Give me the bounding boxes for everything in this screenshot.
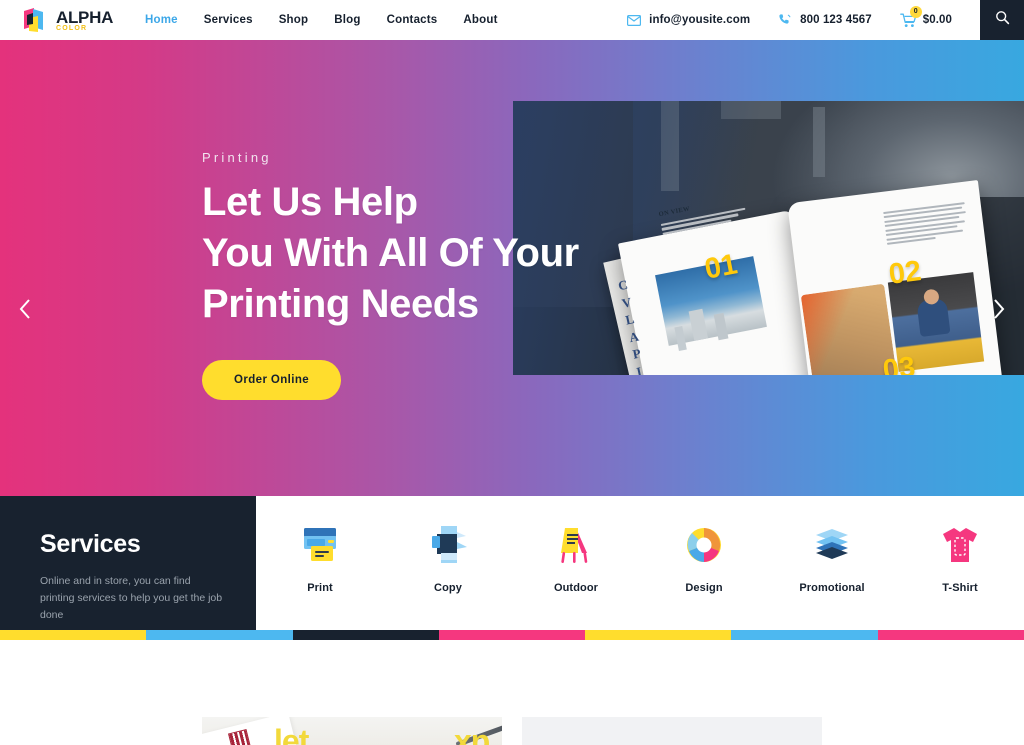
search-button[interactable] [980, 0, 1024, 40]
copier-icon [427, 522, 469, 568]
color-wheel-icon [684, 522, 724, 568]
top-bar-contact-group: info@yousite.com 800 123 4567 0 $0.00 [627, 0, 1024, 40]
magazine-callout-02: 02 [887, 255, 924, 291]
nav-item-home[interactable]: Home [132, 14, 191, 26]
stripe-segment-6 [731, 630, 878, 640]
promo-image-card: let xp [202, 717, 502, 745]
chevron-right-icon [992, 298, 1006, 325]
a-frame-sign-icon [556, 522, 596, 568]
nav-item-contacts[interactable]: Contacts [374, 14, 451, 26]
services-intro-panel: Services Online and in store, you can fi… [0, 496, 256, 630]
stacked-paper-icon [810, 522, 854, 568]
hero-heading-line-3: Printing Needs [202, 282, 479, 326]
nav-item-services[interactable]: Services [191, 14, 266, 26]
stripe-segment-5 [585, 630, 732, 640]
chevron-left-icon [18, 298, 32, 325]
service-item-tshirt[interactable]: T-Shirt [896, 522, 1024, 594]
stripe-segment-3 [292, 630, 439, 640]
service-label-design: Design [685, 582, 723, 594]
slider-prev-button[interactable] [10, 296, 40, 326]
magazine-heading-text: ON VIEW [658, 205, 691, 219]
nav-item-shop[interactable]: Shop [266, 14, 322, 26]
service-item-outdoor[interactable]: Outdoor [512, 522, 640, 594]
tshirt-icon [940, 522, 980, 568]
service-item-print[interactable]: Print [256, 522, 384, 594]
cart-widget[interactable]: 0 $0.00 [899, 5, 952, 28]
printer-icon [299, 522, 341, 568]
text-card [522, 717, 822, 745]
service-label-print: Print [307, 582, 333, 594]
logo-name: ALPHA [56, 7, 114, 27]
hero-heading-line-2: You With All Of Your [202, 231, 579, 275]
main-nav: Home Services Shop Blog Contacts About [132, 14, 511, 26]
hero-heading-line-1: Let Us Help [202, 180, 418, 224]
nav-item-about[interactable]: About [450, 14, 510, 26]
services-section: Services Online and in store, you can fi… [0, 496, 1024, 630]
cart-count-badge: 0 [909, 5, 922, 18]
service-label-tshirt: T-Shirt [942, 582, 978, 594]
hero-copy-block: Printing Let Us Help You With All Of You… [202, 150, 662, 400]
services-title: Services [40, 530, 141, 558]
slider-next-button[interactable] [984, 296, 1014, 326]
color-stripe-divider [0, 630, 1024, 640]
email-text: info@yousite.com [649, 14, 751, 26]
stripe-segment-2 [146, 630, 293, 640]
service-item-promotional[interactable]: Promotional [768, 522, 896, 594]
services-subtitle: Online and in store, you can find printi… [40, 575, 223, 621]
logo-wordmark: ALPHA COLOR [56, 9, 113, 32]
nav-item-blog[interactable]: Blog [321, 14, 373, 26]
phone-icon [778, 13, 792, 27]
email-link[interactable]: info@yousite.com [627, 14, 750, 26]
shopping-cart-icon: 0 [899, 5, 922, 28]
service-item-copy[interactable]: Copy [384, 522, 512, 594]
service-label-copy: Copy [434, 582, 462, 594]
promo-word-fragment-xp: xp [454, 723, 490, 745]
search-icon [995, 10, 1010, 30]
below-fold-section: let xp [0, 640, 1024, 745]
stripe-segment-4 [438, 630, 586, 640]
services-list: Print Copy Outdoor Design Promotional T-… [256, 496, 1024, 630]
service-item-design[interactable]: Design [640, 522, 768, 594]
phone-link[interactable]: 800 123 4567 [778, 13, 872, 27]
site-logo[interactable]: ALPHA COLOR [22, 7, 118, 33]
magazine-callout-03: 03 [881, 351, 918, 375]
hero-slider: CVLAPING ON VIEW 01 02 03 Print [0, 40, 1024, 496]
alpha-color-logo-icon [22, 7, 52, 33]
cart-total: $0.00 [922, 14, 952, 26]
stripe-segment-1 [0, 630, 147, 640]
order-online-button[interactable]: Order Online [202, 360, 342, 400]
promo-word-fragment-let: let [274, 723, 309, 745]
service-label-promotional: Promotional [799, 582, 865, 594]
stripe-segment-7 [877, 630, 1024, 640]
magazine-callout-01: 01 [702, 248, 740, 286]
hero-heading: Let Us Help You With All Of Your Printin… [202, 177, 662, 330]
magazine-mockup: CVLAPING ON VIEW 01 02 03 [603, 179, 1003, 375]
below-fold-cards: let xp [202, 717, 822, 745]
page-root: ALPHA COLOR Home Services Shop Blog Cont… [0, 0, 1024, 745]
service-label-outdoor: Outdoor [553, 582, 599, 594]
envelope-icon [627, 14, 642, 26]
top-navigation-bar: ALPHA COLOR Home Services Shop Blog Cont… [0, 0, 1024, 40]
phone-text: 800 123 4567 [800, 14, 872, 26]
hero-eyebrow: Printing [202, 150, 272, 165]
